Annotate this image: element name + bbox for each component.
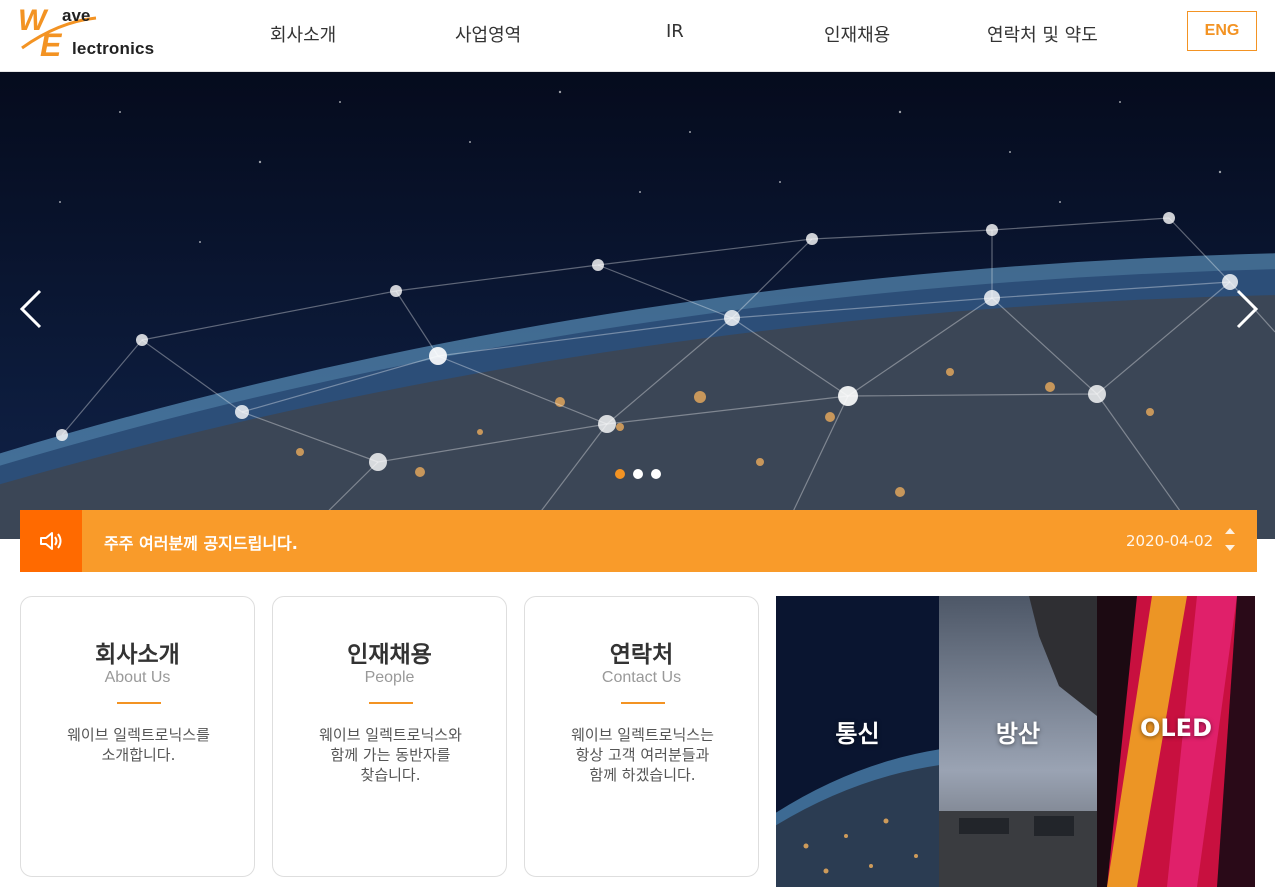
slide-dot-2[interactable] [633, 469, 643, 479]
card-title: 인재채용 [347, 642, 432, 668]
speaker-icon [40, 532, 62, 550]
slide-dot-3[interactable] [651, 469, 661, 479]
site-header: W E ave lectronics 회사소개 사업영역 IR 인재채용 연락처… [0, 0, 1275, 72]
notice-date: 2020-04-02 [1126, 532, 1214, 550]
card-desc-line: 소개합니다. [101, 746, 176, 764]
nav-item-contact[interactable]: 연락처 및 약도 [987, 21, 1098, 47]
logo-text-lectronics: lectronics [72, 39, 155, 58]
nav-item-business[interactable]: 사업영역 [455, 21, 521, 47]
slide-pagination [615, 469, 661, 479]
card-desc-line: 웨이브 일렉트로닉스는 [571, 726, 714, 744]
card-subtitle: Contact Us [601, 669, 682, 686]
company-logo[interactable]: W E ave lectronics [18, 4, 163, 62]
card-divider [621, 702, 665, 704]
language-eng-button[interactable]: ENG [1187, 11, 1257, 51]
card-title: 연락처 [609, 642, 674, 668]
card-about-us[interactable]: 회사소개 About Us 웨이브 일렉트로닉스를 소개합니다. [20, 596, 255, 877]
hero-slider [0, 72, 1275, 539]
nav-item-ir[interactable]: IR [666, 21, 684, 42]
nav-item-recruit[interactable]: 인재채용 [824, 21, 890, 47]
chevron-left-icon[interactable] [16, 287, 46, 331]
card-desc-line: 웨이브 일렉트로닉스를 [67, 726, 210, 744]
card-desc-line: 항상 고객 여러분들과 [575, 746, 710, 764]
tile-telecom[interactable]: 통신 [776, 596, 939, 887]
card-description: 웨이브 일렉트로닉스는 항상 고객 여러분들과 함께 하겠습니다. [545, 725, 740, 785]
tile-defense[interactable]: 방산 [939, 596, 1097, 887]
card-contact-us[interactable]: 연락처 Contact Us 웨이브 일렉트로닉스는 항상 고객 여러분들과 함… [524, 596, 759, 877]
card-title: 회사소개 [95, 642, 180, 668]
logo-text-ave: ave [62, 6, 91, 25]
card-desc-line: 찾습니다. [360, 766, 421, 784]
svg-text:E: E [40, 27, 63, 62]
card-desc-line: 함께 가는 동반자를 [330, 746, 451, 764]
card-subtitle: About Us [104, 669, 171, 686]
card-description: 웨이브 일렉트로닉스를 소개합니다. [41, 725, 236, 765]
card-desc-line: 웨이브 일렉트로닉스와 [319, 726, 462, 744]
card-description: 웨이브 일렉트로닉스와 함께 가는 동반자를 찾습니다. [293, 725, 488, 785]
notice-bar: 주주 여러분께 공지드립니다. 2020-04-02 [20, 510, 1257, 572]
card-desc-line: 함께 하겠습니다. [589, 766, 696, 784]
slide-dot-1[interactable] [615, 469, 625, 479]
card-divider [117, 702, 161, 704]
chevron-right-icon[interactable] [1232, 287, 1262, 331]
card-divider [369, 702, 413, 704]
tile-label: OLED [1139, 714, 1212, 742]
tile-oled[interactable]: OLED [1097, 596, 1255, 887]
card-subtitle: People [364, 669, 415, 686]
nav-item-company[interactable]: 회사소개 [270, 21, 336, 47]
notice-icon-box [20, 510, 82, 572]
card-people[interactable]: 인재채용 People 웨이브 일렉트로닉스와 함께 가는 동반자를 찾습니다. [272, 596, 507, 877]
caret-down-icon[interactable] [1223, 543, 1237, 555]
notice-text[interactable]: 주주 여러분께 공지드립니다. [104, 530, 298, 554]
tile-label: 통신 [835, 720, 880, 748]
tile-label: 방산 [995, 720, 1041, 748]
caret-up-icon[interactable] [1223, 524, 1237, 536]
